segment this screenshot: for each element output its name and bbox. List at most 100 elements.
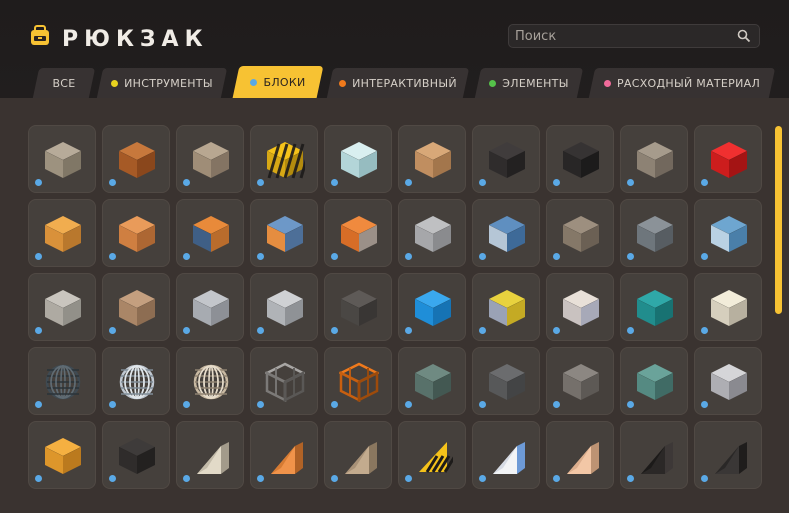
block-slot[interactable]	[102, 347, 170, 415]
block-slot[interactable]	[398, 125, 466, 193]
scrollbar-thumb[interactable]	[775, 126, 782, 314]
category-dot-icon	[183, 179, 190, 186]
block-slot[interactable]	[176, 347, 244, 415]
tab-5[interactable]: РАСХОДНЫЙ МАТЕРИАЛ	[588, 68, 776, 98]
green-stone-block-icon	[414, 364, 452, 400]
category-dot-icon	[479, 327, 486, 334]
dark-mesh-block-icon	[340, 290, 378, 326]
wood-plank-block-icon	[414, 142, 452, 178]
tab-dot-icon	[603, 79, 611, 87]
tab-label: ИНСТРУМЕНТЫ	[124, 76, 213, 90]
block-slot[interactable]	[546, 273, 614, 341]
tab-content: ИНТЕРАКТИВНЫЙ	[330, 68, 466, 98]
block-slot[interactable]	[324, 199, 392, 267]
block-slot[interactable]	[546, 199, 614, 267]
block-slot[interactable]	[620, 421, 688, 489]
block-slot[interactable]	[694, 347, 762, 415]
block-slot[interactable]	[398, 199, 466, 267]
block-slot[interactable]	[620, 199, 688, 267]
search-icon[interactable]	[737, 29, 751, 43]
block-slot[interactable]	[176, 199, 244, 267]
block-slot[interactable]	[102, 125, 170, 193]
block-slot[interactable]	[398, 273, 466, 341]
block-slot[interactable]	[250, 273, 318, 341]
category-dot-icon	[701, 253, 708, 260]
block-slot[interactable]	[694, 125, 762, 193]
blue-orange-block-icon	[266, 216, 304, 252]
wood-block-icon	[44, 216, 82, 252]
block-slot[interactable]	[324, 273, 392, 341]
search-input[interactable]	[515, 25, 725, 47]
block-slot[interactable]	[28, 273, 96, 341]
category-dot-icon	[183, 401, 190, 408]
white-wedge-icon	[493, 442, 525, 474]
tab-1[interactable]: ИНСТРУМЕНТЫ	[96, 68, 228, 98]
category-dot-icon	[109, 253, 116, 260]
cream-block-icon	[710, 290, 748, 326]
block-slot[interactable]	[620, 347, 688, 415]
category-dot-icon	[331, 253, 338, 260]
tab-3[interactable]: ИНТЕРАКТИВНЫЙ	[326, 68, 470, 98]
category-dot-icon	[479, 475, 486, 482]
category-tabs: ВСЕ ИНСТРУМЕНТЫ БЛОКИ ИНТЕРАКТИВНЫЙ ЭЛЕМЕНТЫ…	[0, 66, 789, 98]
block-slot[interactable]	[28, 347, 96, 415]
block-slot[interactable]	[102, 199, 170, 267]
tan-wedge-icon	[345, 442, 377, 474]
block-slot[interactable]	[546, 421, 614, 489]
category-dot-icon	[331, 179, 338, 186]
block-slot[interactable]	[620, 125, 688, 193]
block-slot[interactable]	[694, 273, 762, 341]
block-slot[interactable]	[250, 125, 318, 193]
block-slot[interactable]	[176, 421, 244, 489]
block-slot[interactable]	[28, 199, 96, 267]
block-slot[interactable]	[250, 347, 318, 415]
header: РЮКЗАК ВСЕ ИНСТРУМЕНТЫ БЛОКИ ИНТЕРАКТИВНЫЙ Э…	[0, 0, 789, 100]
dark-grate-block-icon	[118, 438, 156, 474]
block-slot[interactable]	[472, 421, 540, 489]
category-dot-icon	[405, 401, 412, 408]
block-slot[interactable]	[28, 125, 96, 193]
block-slot[interactable]	[546, 347, 614, 415]
category-dot-icon	[35, 253, 42, 260]
block-slot[interactable]	[472, 347, 540, 415]
block-slot[interactable]	[102, 421, 170, 489]
tab-2[interactable]: БЛОКИ	[232, 66, 324, 98]
block-slot[interactable]	[472, 273, 540, 341]
block-slot[interactable]	[250, 421, 318, 489]
tab-content: ВСЕ	[36, 68, 92, 98]
category-dot-icon	[479, 253, 486, 260]
category-dot-icon	[627, 475, 634, 482]
block-slot[interactable]	[620, 273, 688, 341]
block-slot[interactable]	[694, 199, 762, 267]
mesh-sphere-icon	[193, 364, 229, 400]
block-slot[interactable]	[250, 199, 318, 267]
page-title: РЮКЗАК	[62, 27, 209, 52]
tab-0[interactable]: ВСЕ	[32, 68, 96, 98]
block-slot[interactable]	[28, 421, 96, 489]
block-slot[interactable]	[546, 125, 614, 193]
category-dot-icon	[627, 401, 634, 408]
tab-4[interactable]: ЭЛЕМЕНТЫ	[474, 68, 584, 98]
category-dot-icon	[405, 327, 412, 334]
category-dot-icon	[479, 179, 486, 186]
block-slot[interactable]	[694, 421, 762, 489]
yellow-grey-block-icon	[488, 290, 526, 326]
amber-block-icon	[44, 438, 82, 474]
backpack-window: РЮКЗАК ВСЕ ИНСТРУМЕНТЫ БЛОКИ ИНТЕРАКТИВНЫЙ Э…	[0, 0, 789, 513]
block-slot[interactable]	[324, 125, 392, 193]
block-slot[interactable]	[398, 347, 466, 415]
block-slot[interactable]	[472, 125, 540, 193]
tab-content: БЛОКИ	[236, 66, 320, 98]
category-dot-icon	[331, 401, 338, 408]
search-box[interactable]	[508, 24, 760, 48]
block-slot[interactable]	[472, 199, 540, 267]
category-dot-icon	[109, 179, 116, 186]
block-slot[interactable]	[398, 421, 466, 489]
block-slot[interactable]	[324, 347, 392, 415]
blue-pattern-block-icon	[488, 216, 526, 252]
block-slot[interactable]	[102, 273, 170, 341]
block-slot[interactable]	[324, 421, 392, 489]
category-dot-icon	[183, 253, 190, 260]
block-slot[interactable]	[176, 125, 244, 193]
block-slot[interactable]	[176, 273, 244, 341]
